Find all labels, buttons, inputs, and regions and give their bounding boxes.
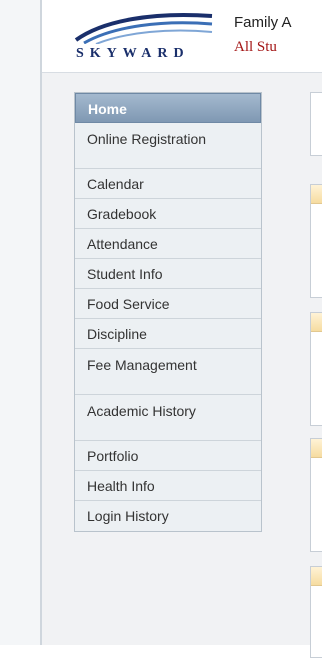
sidebar-item-portfolio[interactable]: Portfolio [75, 441, 261, 471]
window-left-margin [0, 0, 40, 645]
sidebar-item-calendar[interactable]: Calendar [75, 169, 261, 199]
content-panel [310, 312, 322, 426]
sidebar-item-gradebook[interactable]: Gradebook [75, 199, 261, 229]
sidebar-item-online-registration[interactable]: Online Registration [75, 123, 261, 169]
content-panel [310, 438, 322, 552]
sidebar-item-attendance[interactable]: Attendance [75, 229, 261, 259]
logo-text: SKYWARD [76, 46, 190, 61]
header: SKYWARD Family A All Stu [42, 0, 322, 73]
top-panel [310, 92, 322, 156]
page-title: Family A [234, 14, 292, 31]
sidebar-nav: Home Online Registration Calendar Gradeb… [74, 92, 262, 532]
skyward-logo-icon [74, 13, 213, 44]
sidebar-item-fee-management[interactable]: Fee Management [75, 349, 261, 395]
content-panel [310, 566, 322, 658]
sidebar-item-home[interactable]: Home [75, 93, 261, 123]
sidebar-item-food-service[interactable]: Food Service [75, 289, 261, 319]
sidebar-item-health-info[interactable]: Health Info [75, 471, 261, 501]
sidebar-item-student-info[interactable]: Student Info [75, 259, 261, 289]
page-frame: SKYWARD Family A All Stu Home Online Reg… [40, 0, 322, 658]
sidebar-item-login-history[interactable]: Login History [75, 501, 261, 531]
sidebar-item-discipline[interactable]: Discipline [75, 319, 261, 349]
sidebar-item-academic-history[interactable]: Academic History [75, 395, 261, 441]
student-selector-label[interactable]: All Stu [234, 39, 277, 56]
main-content-strip [270, 92, 322, 658]
content-panel [310, 184, 322, 298]
